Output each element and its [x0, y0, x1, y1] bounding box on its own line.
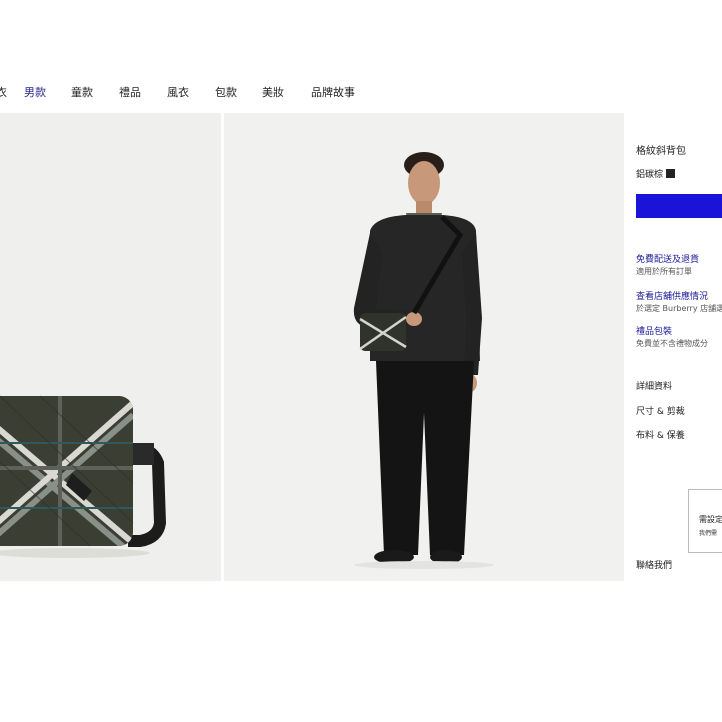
product-color[interactable]: 鋁碳棕: [636, 167, 676, 180]
color-swatch[interactable]: [666, 169, 676, 178]
product-image-model[interactable]: [224, 113, 624, 581]
product-title: 格紋斜背包: [636, 146, 686, 157]
shipping-subtitle: 適用於所有訂單: [636, 267, 692, 276]
gift-wrap-subtitle: 免費並不含禮物成分: [636, 339, 708, 348]
nav-item-brand-story[interactable]: 品牌故事: [311, 84, 355, 100]
product-panel: 格紋斜背包 鋁碳棕 免費配送及退貨 適用於所有訂單 查看店舖供應情況 於選定 B…: [636, 0, 722, 722]
add-to-bag-button[interactable]: [636, 194, 722, 218]
store-availability-link[interactable]: 查看店舖供應情況: [636, 289, 708, 302]
shipping-link[interactable]: 免費配送及退貨: [636, 252, 699, 265]
store-availability-subtitle: 於選定 Burberry 店舖選: [636, 304, 722, 313]
top-nav: 衣 男款 童款 禮品 風衣 包款 美妝 品牌故事: [0, 84, 722, 104]
product-image-bag[interactable]: [0, 113, 221, 581]
accordion-details[interactable]: 詳細資料: [636, 379, 672, 392]
popup-heading: 需設定: [699, 515, 722, 524]
popup-body: 我們需: [699, 530, 718, 537]
gift-wrap-link[interactable]: 禮品包裝: [636, 324, 672, 337]
color-label: 鋁碳棕: [636, 170, 664, 180]
nav-item-beauty[interactable]: 美妝: [262, 84, 284, 100]
nav-item-men[interactable]: 男款: [24, 84, 46, 100]
accordion-size-fit[interactable]: 尺寸 & 剪裁: [636, 404, 685, 417]
bag-illustration: [0, 395, 167, 558]
contact-us-link[interactable]: 聯絡我們: [636, 558, 672, 571]
accordion-fabric-care[interactable]: 布料 & 保養: [636, 428, 685, 441]
model-illustration: [353, 152, 494, 569]
nav-item-trench[interactable]: 風衣: [167, 84, 189, 100]
nav-item-partial[interactable]: 衣: [0, 84, 7, 100]
nav-item-gifts[interactable]: 禮品: [119, 84, 141, 100]
settings-popup[interactable]: 需設定 我們需: [688, 489, 722, 553]
nav-item-bags[interactable]: 包款: [215, 84, 237, 100]
nav-item-children[interactable]: 童款: [71, 84, 93, 100]
